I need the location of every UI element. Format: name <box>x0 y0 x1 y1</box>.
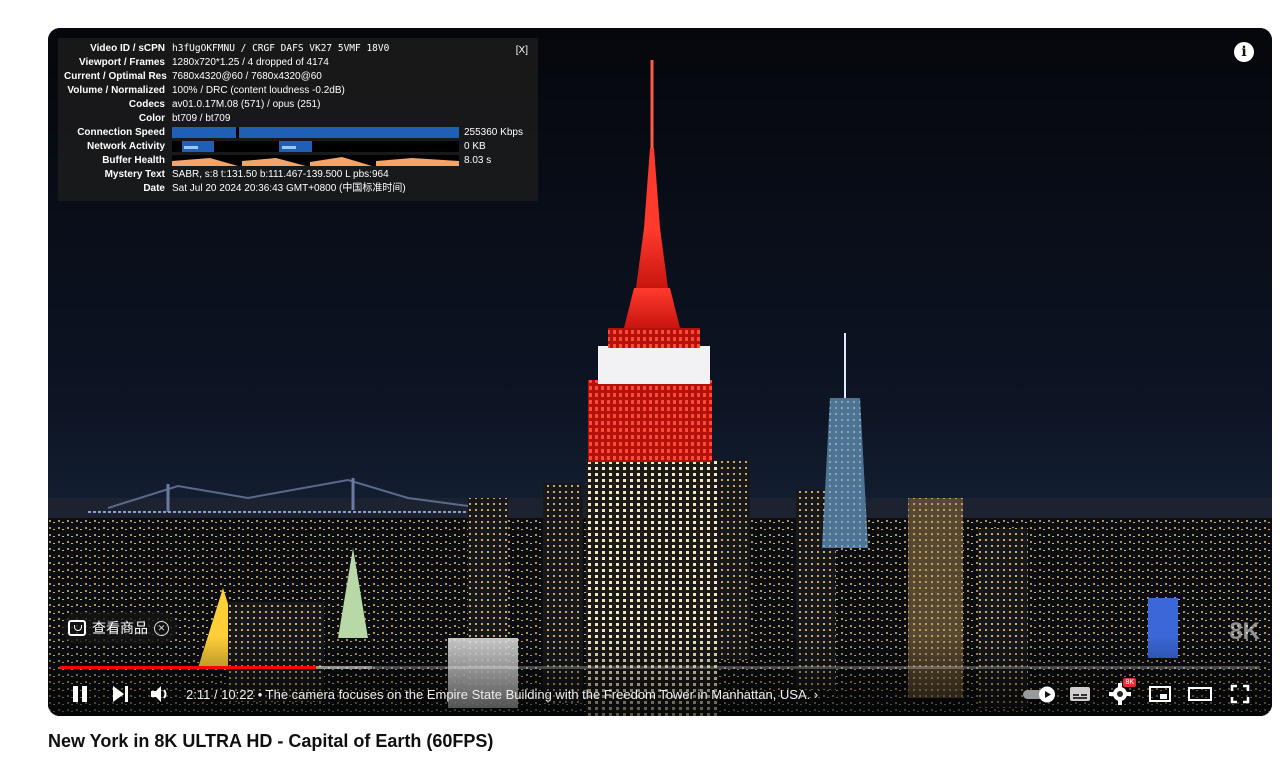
stats-key: Date <box>143 183 165 194</box>
theater-mode-button[interactable] <box>1180 676 1220 712</box>
stats-key: Volume / Normalized <box>67 85 165 96</box>
stats-value: 0 KB <box>464 141 486 152</box>
stats-row-video-id: Video ID / sCPN h3fUgOKFMNU / CRGF DAFS … <box>64 42 532 56</box>
chapter-text: The camera focuses on the Empire State B… <box>265 686 811 702</box>
next-button[interactable] <box>100 676 140 712</box>
shopping-bag-icon <box>68 620 86 636</box>
stats-row-buffer-health: Buffer Health 8.03 s <box>64 154 532 168</box>
connection-speed-graph <box>172 127 459 138</box>
stats-value: 1280x720*1.25 / 4 dropped of 4174 <box>172 57 329 68</box>
fullscreen-button[interactable] <box>1220 676 1260 712</box>
progress-bar[interactable] <box>60 666 1260 669</box>
stats-row-color: Color bt709 / bt709 <box>64 112 532 126</box>
close-icon[interactable]: ✕ <box>154 620 169 636</box>
chapter-separator: • <box>257 686 263 702</box>
chapter-title[interactable]: • The camera focuses on the Empire State… <box>254 687 819 702</box>
stats-row-resolution: Current / Optimal Res 7680x4320@60 / 768… <box>64 70 532 84</box>
miniplayer-button[interactable] <box>1140 676 1180 712</box>
volume-icon <box>151 686 167 702</box>
stats-row-codecs: Codecs av01.0.17M.08 (571) / opus (251) <box>64 98 532 112</box>
stats-for-nerds-panel: [X] Video ID / sCPN h3fUgOKFMNU / CRGF D… <box>58 38 538 201</box>
network-activity-graph <box>172 141 459 152</box>
time-display: 2:11 / 10:22 <box>186 686 254 702</box>
progress-played <box>60 666 316 669</box>
stats-value: 8.03 s <box>464 155 492 166</box>
miniplayer-icon <box>1149 686 1171 702</box>
stats-row-date: Date Sat Jul 20 2024 20:36:43 GMT+0800 (… <box>64 182 532 196</box>
stats-row-mystery-text: Mystery Text SABR, s:8 t:131.50 b:111.46… <box>64 168 532 182</box>
stats-key: Network Activity <box>87 141 165 152</box>
stats-row-network-activity: Network Activity 0 KB <box>64 140 532 154</box>
player-controls: 2:11 / 10:22 • The camera focuses on the… <box>60 676 1260 712</box>
settings-button[interactable]: 8K <box>1100 676 1140 712</box>
stats-value: 7680x4320@60 / 7680x4320@60 <box>172 71 322 82</box>
stats-close-button[interactable]: [X] <box>516 44 528 58</box>
autoplay-toggle[interactable] <box>1020 676 1060 712</box>
stats-key: Viewport / Frames <box>79 57 165 68</box>
subtitles-button[interactable] <box>1060 676 1100 712</box>
stats-key: Connection Speed <box>77 127 165 138</box>
stats-key: Video ID / sCPN <box>90 43 165 54</box>
stats-row-volume: Volume / Normalized 100% / DRC (content … <box>64 84 532 98</box>
stats-key: Mystery Text <box>104 169 165 180</box>
stats-value: av01.0.17M.08 (571) / opus (251) <box>172 99 321 110</box>
stats-row-connection-speed: Connection Speed 255360 Kbps <box>64 126 532 140</box>
video-title: New York in 8K ULTRA HD - Capital of Ear… <box>48 731 494 751</box>
stats-key: Buffer Health <box>102 155 165 166</box>
stats-value: Sat Jul 20 2024 20:36:43 GMT+0800 (中国标准时… <box>172 183 406 194</box>
next-icon <box>113 686 128 702</box>
autoplay-icon <box>1023 686 1055 703</box>
info-icon[interactable]: i <box>1234 42 1254 62</box>
view-products-label: 查看商品 <box>92 620 148 636</box>
fullscreen-icon <box>1230 684 1250 704</box>
volume-button[interactable] <box>140 676 180 712</box>
settings-8k-badge: 8K <box>1123 678 1136 687</box>
buffer-health-graph <box>172 155 459 166</box>
stats-value: 255360 Kbps <box>464 127 523 138</box>
pause-icon <box>73 686 87 702</box>
stats-value: SABR, s:8 t:131.50 b:111.467-139.500 L p… <box>172 169 389 180</box>
subtitles-icon <box>1070 687 1090 701</box>
theater-icon <box>1188 687 1212 701</box>
stats-key: Current / Optimal Res <box>64 71 167 82</box>
chevron-right-icon: › <box>813 686 819 702</box>
stats-value: 100% / DRC (content loudness -0.2dB) <box>172 85 345 96</box>
stats-value: bt709 / bt709 <box>172 113 231 124</box>
stats-value: h3fUgOKFMNU / CRGF DAFS VK27 5VMF 18V0 <box>172 43 390 54</box>
stats-key: Color <box>138 113 165 124</box>
pause-button[interactable] <box>60 676 100 712</box>
stats-key: Codecs <box>128 99 165 110</box>
video-player[interactable]: [X] Video ID / sCPN h3fUgOKFMNU / CRGF D… <box>48 28 1272 716</box>
stats-row-viewport: Viewport / Frames 1280x720*1.25 / 4 drop… <box>64 56 532 70</box>
